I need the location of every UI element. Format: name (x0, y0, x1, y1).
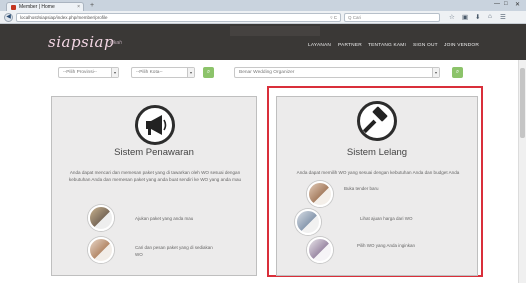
minimize-button[interactable]: — (494, 1, 500, 7)
scrollbar-thumb[interactable] (520, 68, 525, 138)
gavel-icon (357, 101, 397, 141)
maximize-button[interactable]: □ (504, 1, 508, 7)
sistem-lelang-card[interactable]: Sistem Lelang Anda dapat memilih WO yang… (276, 96, 478, 276)
city-select[interactable]: --Pilih Kota-- ▾ (131, 67, 195, 78)
card-description: Anda dapat memilih WO yang sesuai dengan… (296, 170, 460, 175)
favicon-icon (11, 4, 16, 10)
chevron-down-icon: ▾ (187, 68, 194, 77)
avatar (307, 181, 333, 207)
chevron-down-icon: ▾ (111, 68, 118, 77)
category-select[interactable]: Benar Wedding Organizer ▾ (234, 67, 440, 78)
reload-icon[interactable]: ▿ C (330, 15, 337, 21)
feature-text: Buka tender baru (344, 186, 379, 191)
avatar (295, 209, 321, 235)
page-scrollbar[interactable] (518, 60, 526, 283)
tab-close-icon[interactable]: × (77, 4, 80, 10)
menu-layanan[interactable]: LAYANAN (308, 43, 331, 48)
province-select[interactable]: --Pilih Provinsi-- ▾ (58, 67, 119, 78)
province-select-value: --Pilih Provinsi-- (63, 70, 97, 75)
city-select-value: --Pilih Kota-- (136, 70, 163, 75)
address-bar[interactable]: localhost/siapsiap/index.php/member/prof… (16, 13, 341, 22)
menu-icon[interactable]: ☰ (500, 13, 506, 21)
home-icon[interactable]: ⌂ (488, 13, 492, 20)
new-tab-button[interactable]: + (90, 2, 94, 9)
close-window-button[interactable]: ✕ (515, 1, 520, 8)
menu-tentang-kami[interactable]: TENTANG KAMI (368, 43, 406, 48)
card-title: Sistem Penawaran (114, 147, 194, 158)
category-select-value: Benar Wedding Organizer (239, 70, 295, 75)
sistem-penawaran-card[interactable]: Sistem Penawaran Anda dapat mencari dan … (51, 96, 257, 276)
avatar (88, 237, 114, 263)
category-search-button[interactable]: ⌕ (452, 67, 463, 78)
card-description: Anda dapat mencari dan memesan paket yan… (68, 170, 242, 182)
star-icon[interactable]: ☆ (449, 13, 455, 21)
menu-join-vendor[interactable]: JOIN VENDOR (444, 43, 479, 48)
feature-text: Pilih WO yang Anda inginkan (357, 243, 416, 248)
feature-text: Cari dan pesan paket yang di sediakan WO (135, 245, 213, 257)
browser-tab-bar: Member | Home × + — □ ✕ (0, 0, 526, 11)
clipboard-icon[interactable]: ▣ (462, 13, 468, 21)
menu-partner[interactable]: PARTNER (338, 43, 362, 48)
browser-search-input[interactable]: Q Cari (344, 13, 440, 22)
header-decoration (230, 26, 320, 36)
browser-tab[interactable]: Member | Home × (6, 2, 84, 11)
site-logo[interactable]: siapsiap (48, 33, 114, 51)
back-button[interactable]: ◀ (4, 13, 13, 22)
feature-text: Lihat ajuan harga dari WO (360, 216, 413, 221)
menu-sign-out[interactable]: SIGN OUT (413, 43, 438, 48)
megaphone-icon (135, 105, 175, 145)
card-title: Sistem Lelang (346, 147, 408, 158)
location-search-button[interactable]: ⌕ (203, 67, 214, 78)
avatar (88, 205, 114, 231)
browser-navbar: ◀ localhost/siapsiap/index.php/member/pr… (0, 11, 526, 24)
site-logo-subtitle: nikah (110, 40, 122, 46)
avatar (307, 237, 333, 263)
tab-title: Member | Home (19, 4, 55, 10)
chevron-down-icon: ▾ (432, 68, 439, 77)
download-icon[interactable]: ⬇ (475, 13, 480, 21)
url-text: localhost/siapsiap/index.php/member/prof… (20, 15, 108, 20)
feature-text: Ajukan paket yang anda mau (135, 216, 194, 221)
